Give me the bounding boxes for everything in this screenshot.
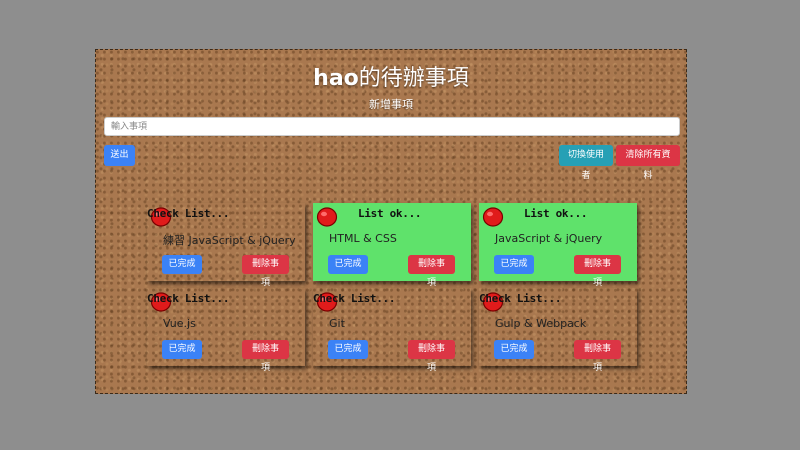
note-text: 練習 JavaScript & jQuery [163,234,296,247]
switch-user-button[interactable]: 切換使用者 [559,145,613,181]
note-heading: Check List... [479,292,562,305]
todo-note: List ok... JavaScript & jQuery 已完成 刪除事項 [479,203,637,288]
pushpin-icon [316,206,338,228]
note-heading: Check List... [147,292,230,305]
note-text: JavaScript & jQuery [495,232,603,245]
add-item-label: 新增事項 [369,98,413,111]
mark-done-button[interactable]: 已完成 [328,340,368,359]
pushpin-icon [482,206,504,228]
delete-item-button[interactable]: 刪除事項 [408,340,455,373]
note-text: HTML & CSS [329,232,397,245]
mark-done-button[interactable]: 已完成 [494,340,534,359]
submit-button[interactable]: 送出 [104,145,135,166]
todo-note: Check List... 練習 JavaScript & jQuery 已完成… [147,203,305,288]
mark-done-button[interactable]: 已完成 [494,255,534,274]
todo-note: List ok... HTML & CSS 已完成 刪除事項 [313,203,471,288]
todo-note: Check List... Gulp & Webpack 已完成 刪除事項 [479,288,637,373]
delete-item-button[interactable]: 刪除事項 [242,255,289,288]
todo-note: Check List... Git 已完成 刪除事項 [313,288,471,373]
mark-done-button[interactable]: 已完成 [162,255,202,274]
mark-done-button[interactable]: 已完成 [162,340,202,359]
note-heading: List ok... [524,207,588,220]
clear-all-button[interactable]: 清除所有資料 [616,145,680,181]
delete-item-button[interactable]: 刪除事項 [574,255,621,288]
corkboard: hao的待辦事項 新增事項 送出 切換使用者 清除所有資料 Check List… [95,49,687,394]
todo-note: Check List... Vue.js 已完成 刪除事項 [147,288,305,373]
note-text: Gulp & Webpack [495,317,587,330]
note-text: Git [329,317,345,330]
note-text: Vue.js [163,317,196,330]
delete-item-button[interactable]: 刪除事項 [242,340,289,373]
title-username: hao [313,66,359,91]
mark-done-button[interactable]: 已完成 [328,255,368,274]
page-title: hao的待辦事項 [96,60,686,92]
delete-item-button[interactable]: 刪除事項 [408,255,455,288]
note-heading: Check List... [147,207,230,220]
title-text: 的待辦事項 [358,66,469,91]
note-heading: List ok... [358,207,422,220]
note-heading: Check List... [313,292,396,305]
todo-input[interactable] [104,117,680,136]
delete-item-button[interactable]: 刪除事項 [574,340,621,373]
